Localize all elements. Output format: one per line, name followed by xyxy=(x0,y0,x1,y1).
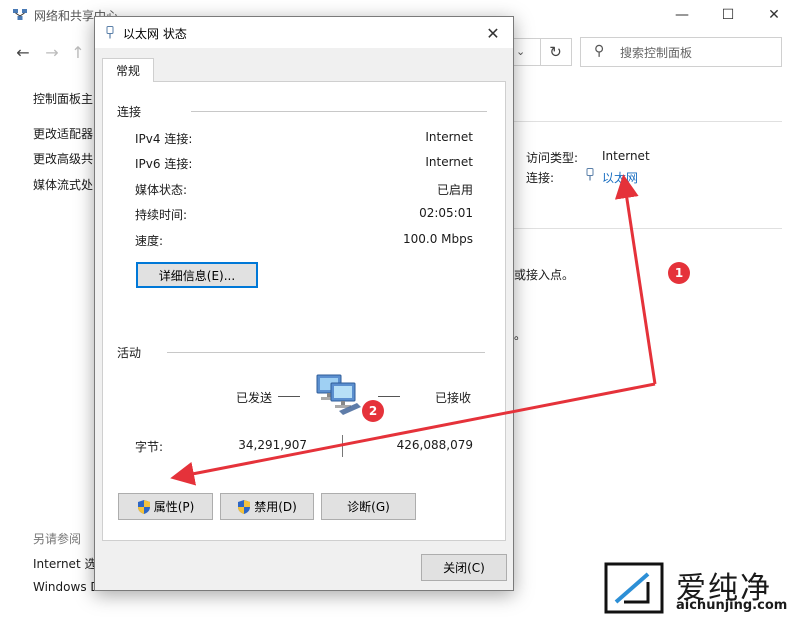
refresh-icon[interactable]: ↻ xyxy=(540,38,570,66)
group-divider xyxy=(191,111,487,112)
activity-group-label: 活动 xyxy=(117,346,142,360)
close-window-button[interactable]: ✕ xyxy=(751,0,797,30)
properties-label: 属性(P) xyxy=(153,500,195,514)
ipv6-value: Internet xyxy=(425,155,473,169)
minimize-button[interactable]: — xyxy=(659,0,705,30)
ethernet-icon xyxy=(106,26,114,39)
see-also-label: 另请参阅 xyxy=(33,532,82,546)
network-share-icon xyxy=(13,9,27,20)
group-divider xyxy=(167,352,485,353)
media-state-label: 媒体状态: xyxy=(135,183,188,197)
details-button[interactable]: 详细信息(E)... xyxy=(136,262,258,288)
up-button[interactable]: ↑ xyxy=(68,43,88,62)
bytes-sent-value: 34,291,907 xyxy=(238,438,307,452)
ipv6-label: IPv6 连接: xyxy=(135,157,193,171)
sidebar-link-windows-defender[interactable]: Windows D xyxy=(33,580,100,594)
connection-group-label: 连接 xyxy=(117,105,142,119)
step-badge-2: 2 xyxy=(362,400,384,422)
sidebar-link-advanced-sharing[interactable]: 更改高级共 xyxy=(33,150,93,167)
forward-button[interactable]: → xyxy=(42,43,62,62)
chevron-down-icon[interactable]: ⌄ xyxy=(516,45,525,58)
back-button[interactable]: ← xyxy=(13,43,33,62)
divider xyxy=(514,121,782,122)
sidebar-home-link[interactable]: 控制面板主 xyxy=(33,90,93,107)
disable-label: 禁用(D) xyxy=(254,500,297,514)
sent-label: 已发送 xyxy=(236,391,273,405)
close-icon[interactable]: ✕ xyxy=(483,23,503,43)
ethernet-status-dialog: 以太网 状态 ✕ 常规 连接 IPv4 连接: Internet IPv6 连接… xyxy=(94,16,514,591)
divider xyxy=(514,228,782,229)
watermark-url: aichunjing.com xyxy=(676,598,788,613)
media-state-value: 已启用 xyxy=(436,183,473,197)
ipv4-value: Internet xyxy=(425,130,473,144)
speed-value: 100.0 Mbps xyxy=(402,232,473,246)
description-text: 或接入点。 xyxy=(514,268,575,282)
tab-panel xyxy=(102,81,506,541)
ethernet-icon xyxy=(586,168,594,181)
received-label: 已接收 xyxy=(435,391,472,405)
bytes-received-value: 426,088,079 xyxy=(396,438,473,452)
description-text: 。 xyxy=(514,328,527,342)
sidebar-link-internet-options[interactable]: Internet 选 xyxy=(33,555,96,572)
tab-general[interactable]: 常规 xyxy=(102,58,154,82)
computers-icon xyxy=(316,374,361,415)
connection-label: 连接: xyxy=(526,171,555,185)
sidebar-link-media-streaming[interactable]: 媒体流式处 xyxy=(33,176,93,193)
close-button[interactable]: 关闭(C) xyxy=(421,554,507,581)
ipv4-label: IPv4 连接: xyxy=(135,132,193,146)
duration-value: 02:05:01 xyxy=(419,206,473,220)
shield-icon xyxy=(137,499,150,514)
access-type-label: 访问类型: xyxy=(526,151,579,165)
received-line xyxy=(378,396,400,397)
step-badge-1: 1 xyxy=(668,262,690,284)
maximize-button[interactable]: ☐ xyxy=(705,0,751,30)
bytes-divider xyxy=(342,435,343,457)
speed-label: 速度: xyxy=(135,234,164,248)
diagnose-button[interactable]: 诊断(G) xyxy=(321,493,416,520)
bytes-label: 字节: xyxy=(135,440,164,454)
dialog-title: 以太网 状态 xyxy=(123,27,187,41)
watermark-logo-icon xyxy=(604,562,664,614)
sidebar-link-adapter[interactable]: 更改适配器 xyxy=(33,125,93,142)
search-icon: ⚲ xyxy=(594,43,605,59)
duration-label: 持续时间: xyxy=(135,208,188,222)
ethernet-connection-link[interactable]: 以太网 xyxy=(602,169,638,186)
shield-icon xyxy=(238,499,251,514)
search-placeholder: 搜索控制面板 xyxy=(620,46,693,60)
sent-line xyxy=(278,396,300,397)
disable-button[interactable]: 禁用(D) xyxy=(220,493,314,520)
access-type-value: Internet xyxy=(602,149,650,163)
properties-button[interactable]: 属性(P) xyxy=(118,493,213,520)
